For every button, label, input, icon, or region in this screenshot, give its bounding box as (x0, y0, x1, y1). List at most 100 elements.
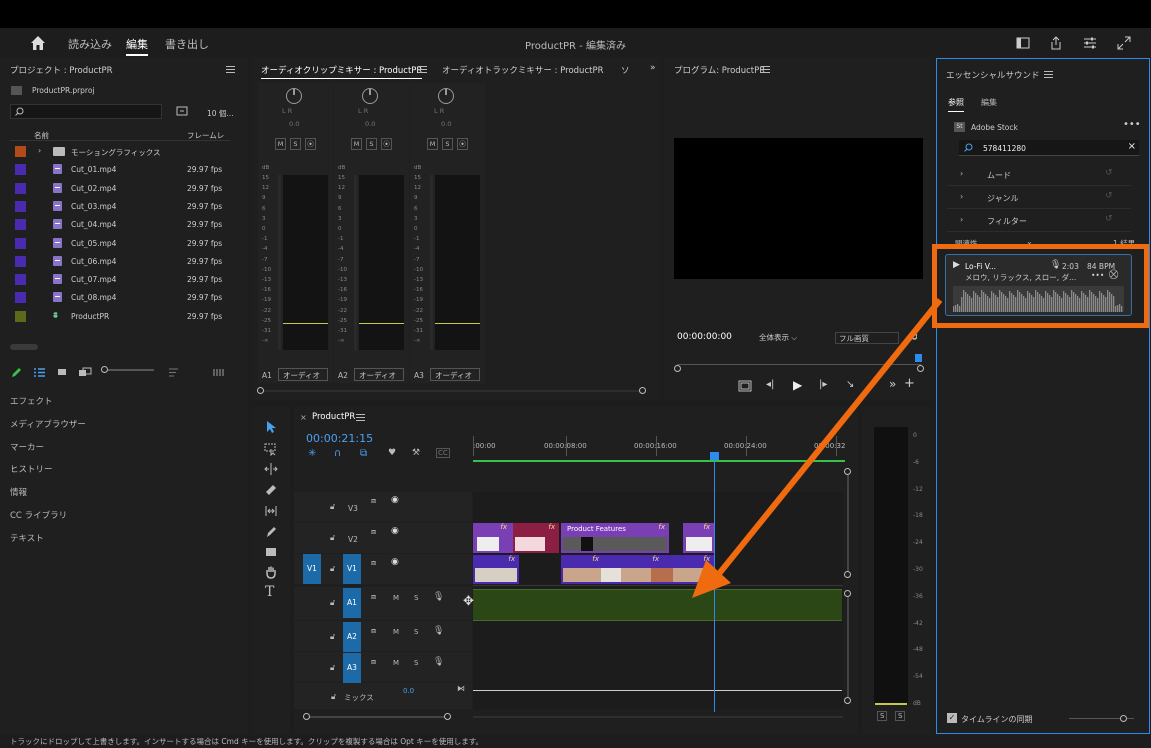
timeline-wrench-icon[interactable]: ⚒ (412, 448, 420, 458)
filter-category-row[interactable]: › ジャンル ↺ (947, 187, 1131, 209)
lock-icon[interactable]: 🔓︎ (330, 598, 335, 608)
lock-icon[interactable]: 🔓︎ (330, 564, 335, 574)
mix-volume-value[interactable]: 0.0 (403, 687, 414, 695)
chevron-right-icon[interactable]: › (38, 146, 41, 155)
audio-v-scroll[interactable] (844, 590, 851, 704)
chevron-right-icon[interactable]: › (960, 192, 963, 201)
more-controls-icon[interactable]: » (889, 377, 896, 391)
project-item-row[interactable]: Cut_07.mp4 29.97 fps (10, 271, 230, 289)
timeline-h-scroll[interactable] (473, 716, 843, 718)
tab-audio-track-mixer[interactable]: オーディオトラックミキサー : ProductPR (442, 64, 603, 76)
slip-tool-icon[interactable] (264, 504, 278, 518)
solo-right-button[interactable]: S (895, 711, 906, 721)
label-color-swatch[interactable] (15, 292, 26, 304)
video-v-scroll[interactable] (844, 468, 851, 578)
lock-icon[interactable]: 🔓︎ (330, 502, 335, 512)
record-button[interactable]: ⦿ (457, 138, 468, 150)
project-item-row[interactable]: Cut_06.mp4 29.97 fps (10, 253, 230, 271)
label-color-swatch[interactable] (15, 310, 26, 322)
volume-fader[interactable] (354, 175, 357, 350)
filter-category-row[interactable]: › フィルター ↺ (947, 210, 1131, 232)
nest-icon[interactable]: ✳ (308, 448, 316, 459)
mute-track-button[interactable]: M (393, 594, 399, 602)
essential-menu-icon[interactable] (1044, 71, 1053, 78)
side-panel-tab[interactable]: マーカー (10, 441, 44, 453)
program-menu-icon[interactable] (761, 66, 770, 73)
timeline-menu-icon[interactable] (356, 414, 365, 421)
mixer-menu-icon[interactable] (418, 66, 427, 73)
project-item-row[interactable]: Cut_02.mp4 29.97 fps (10, 180, 230, 198)
pan-knob-icon[interactable] (362, 88, 378, 104)
ripple-edit-tool-icon[interactable] (264, 462, 278, 476)
column-framerate[interactable]: フレームレ (187, 130, 224, 141)
sync-lock-icon[interactable]: ⧈ (371, 558, 376, 568)
column-name[interactable]: 名前 (34, 130, 49, 141)
project-scrollbar[interactable] (10, 344, 38, 350)
project-item-row[interactable]: Cut_08.mp4 29.97 fps (10, 289, 230, 307)
time-ruler[interactable]: :00:0000:00:08:0000:00:16:0000:00:24:000… (473, 436, 845, 462)
mute-button[interactable]: M (427, 138, 438, 150)
solo-track-button[interactable]: S (414, 594, 418, 602)
reset-icon[interactable]: ↺ (1105, 191, 1113, 201)
video-clip[interactable]: fx (683, 523, 714, 553)
track-label-v2[interactable]: V2 (348, 535, 358, 544)
automate-icon[interactable] (212, 367, 226, 378)
chevron-down-icon[interactable]: ⌄ (1026, 237, 1033, 246)
hand-tool-icon[interactable] (264, 565, 278, 579)
video-clip[interactable]: fx (473, 555, 519, 584)
volume-fader[interactable] (278, 175, 281, 350)
solo-button[interactable]: S (366, 138, 377, 150)
wrench-icon[interactable] (905, 331, 917, 343)
insert-icon[interactable]: ↘ (846, 379, 854, 390)
side-panel-tab[interactable]: 情報 (10, 486, 27, 498)
label-color-swatch[interactable] (15, 164, 26, 176)
channel-name[interactable]: オーディオ (278, 368, 328, 381)
solo-left-button[interactable]: S (877, 711, 888, 721)
tab-audio-clip-mixer[interactable]: オーディオクリップミキサー : ProductPR (261, 64, 423, 79)
microphone-icon[interactable]: 🎙︎ (433, 592, 444, 602)
label-color-swatch[interactable] (15, 255, 26, 267)
program-video-frame[interactable] (674, 138, 923, 279)
settings-sliders-icon[interactable] (1083, 36, 1097, 50)
sync-lock-icon[interactable]: ⧈ (371, 592, 376, 602)
audio-drop-zone[interactable] (473, 589, 842, 621)
track-label-v3[interactable]: V3 (348, 504, 358, 513)
side-panel-tab[interactable]: メディアブラウザー (10, 418, 86, 430)
sound-result-card[interactable]: ▶ Lo-Fi V... 🎙 2:03 84 BPM メロウ, リラックス, ス… (945, 254, 1132, 316)
step-forward-icon[interactable]: |▸ (819, 379, 827, 390)
clear-search-icon[interactable]: × (1128, 141, 1136, 152)
mute-button[interactable]: M (351, 138, 362, 150)
linked-selection-icon[interactable]: ⧉ (360, 448, 367, 459)
eye-icon[interactable]: ◉ (391, 495, 399, 505)
tab-browse[interactable]: 参照 (948, 97, 964, 112)
channel-name[interactable]: オーディオ (430, 368, 480, 381)
go-to-end-icon[interactable]: ⧑ (457, 684, 465, 693)
chevron-right-icon[interactable]: › (960, 169, 963, 178)
pen-tool-icon[interactable] (264, 525, 278, 539)
side-panel-tab[interactable]: ヒストリー (10, 463, 53, 475)
side-panel-tab[interactable]: エフェクト (10, 395, 53, 407)
captions-icon[interactable]: CC (436, 448, 450, 458)
more-options-icon[interactable]: ••• (1123, 119, 1141, 130)
side-panel-tab[interactable]: テキスト (10, 532, 44, 544)
track-target-a3[interactable]: A3 (343, 653, 361, 683)
solo-button[interactable]: S (290, 138, 301, 150)
pan-knob-icon[interactable] (438, 88, 454, 104)
marker-icon[interactable]: ♥ (388, 448, 396, 458)
icon-view-icon[interactable] (56, 367, 68, 378)
close-icon[interactable]: × (300, 413, 307, 422)
solo-button[interactable]: S (442, 138, 453, 150)
label-color-swatch[interactable] (15, 274, 26, 286)
panel-menu-icon[interactable] (226, 66, 235, 73)
zoom-select[interactable]: 全体表示 ⌵ (759, 332, 823, 344)
fullscreen-icon[interactable] (1117, 36, 1131, 50)
snap-icon[interactable]: ∩ (334, 448, 341, 459)
filter-category-row[interactable]: › ムード ↺ (947, 164, 1131, 186)
tab-edit-sound[interactable]: 編集 (981, 97, 997, 108)
label-color-swatch[interactable] (15, 219, 26, 231)
type-tool-icon[interactable]: T (265, 584, 274, 600)
safe-margins-icon[interactable] (738, 380, 752, 392)
solo-track-button[interactable]: S (414, 628, 418, 636)
project-item-row[interactable]: Cut_01.mp4 29.97 fps (10, 161, 230, 179)
razor-tool-icon[interactable] (264, 483, 278, 497)
